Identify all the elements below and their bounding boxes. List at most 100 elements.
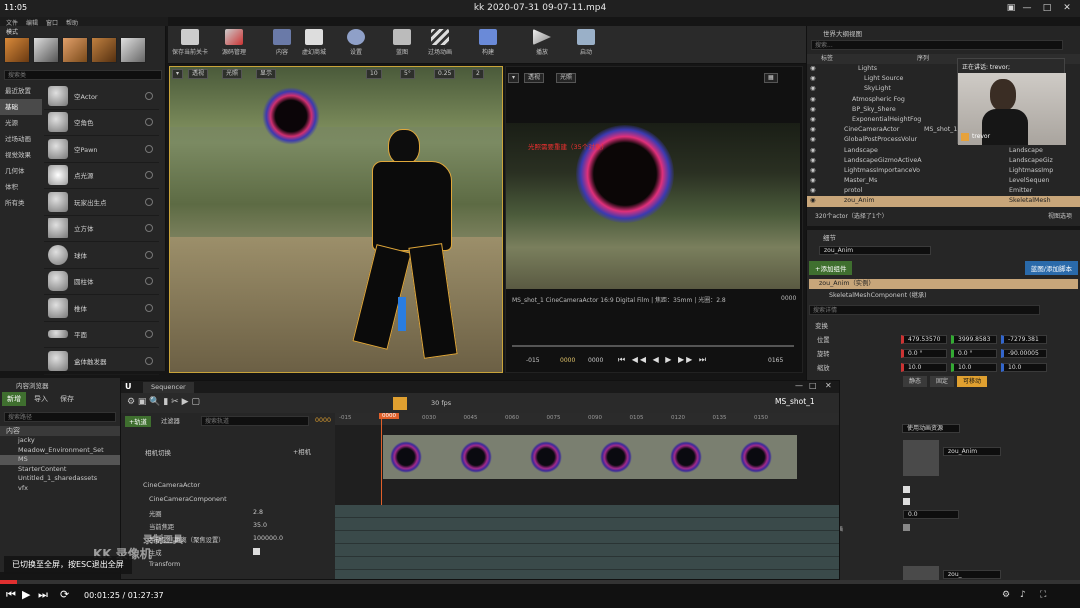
paint-mode-tab[interactable] <box>33 37 59 63</box>
info-icon[interactable] <box>145 224 153 233</box>
eye-icon[interactable]: ◉ <box>810 166 820 176</box>
place-item[interactable]: 点光源 <box>44 163 159 189</box>
transport-controls[interactable]: ⏮ ◀◀ ◀ ▶ ▶▶ ⏭ <box>618 355 708 365</box>
place-item[interactable]: 玩家出生点 <box>44 189 159 216</box>
category-cinematic[interactable]: 过场动画 <box>0 131 42 147</box>
folder-item-selected[interactable]: MS <box>0 455 120 465</box>
cine-view-mode-button[interactable]: 透视 <box>524 73 545 83</box>
place-item[interactable]: 椎体 <box>44 295 159 322</box>
blueprints-button[interactable]: 蓝图 <box>382 28 422 62</box>
blueprint-script-button[interactable]: 蓝图/添加脚本 <box>1024 261 1078 275</box>
selected-character[interactable] <box>352 129 478 369</box>
rotation-y[interactable]: 0.0 ° <box>951 348 997 358</box>
settings-icon[interactable]: ⚙ <box>1002 590 1010 600</box>
eye-icon[interactable]: ◉ <box>810 146 820 156</box>
add-camera-button[interactable]: +相机 <box>293 447 311 456</box>
lighting-button[interactable]: 光照 <box>222 69 243 79</box>
scale-x[interactable]: 10.0 <box>901 362 947 372</box>
info-icon[interactable] <box>145 197 153 206</box>
next-icon[interactable]: ⏭ <box>38 588 48 602</box>
property-key-tracks[interactable] <box>335 505 839 579</box>
outliner-row[interactable]: ◉ Master_Ms LevelSequen <box>807 176 1080 186</box>
landscape-mode-tab[interactable] <box>62 37 88 63</box>
category-recent[interactable]: 最近放置 <box>0 83 42 99</box>
mobility-stationary[interactable]: 固定 <box>930 376 955 387</box>
place-item[interactable]: 盒体触发器 <box>44 348 159 375</box>
layout-grid-button[interactable]: ▦ <box>764 73 778 83</box>
place-item[interactable]: 圆柱体 <box>44 269 159 295</box>
import-button[interactable]: 导入 <box>30 392 52 406</box>
eye-icon[interactable]: ◉ <box>810 176 820 186</box>
category-lights[interactable]: 光源 <box>0 115 42 131</box>
angle-snap-button[interactable]: 5° <box>400 69 415 79</box>
anim-asset-thumbnail[interactable] <box>903 440 939 476</box>
close-icon[interactable]: ✕ <box>825 381 832 390</box>
maximize-icon[interactable]: □ <box>809 381 817 390</box>
checkbox[interactable] <box>903 524 910 531</box>
filter-button[interactable]: 过滤器 <box>161 416 180 425</box>
fullscreen-icon[interactable]: ⛶ <box>1040 590 1046 600</box>
play-icon[interactable]: ▶ <box>22 588 30 601</box>
minimize-icon[interactable]: — <box>795 381 803 390</box>
component-instance-row[interactable]: zou_Anim（实例） <box>809 279 1078 289</box>
eye-icon[interactable]: ◉ <box>810 105 820 115</box>
prev-icon[interactable]: ⏮ <box>6 588 16 602</box>
outliner-row[interactable]: ◉ Landscape Landscape <box>807 146 1080 156</box>
info-icon[interactable] <box>145 277 153 286</box>
spawn-checkbox[interactable] <box>253 548 260 555</box>
show-button[interactable]: 显示 <box>256 69 277 79</box>
maximize-icon[interactable]: □ <box>1040 3 1054 14</box>
eye-icon[interactable]: ◉ <box>810 115 820 125</box>
place-item[interactable]: 球体 <box>44 242 159 269</box>
loop-icon[interactable]: ⟳ <box>60 588 69 601</box>
place-item[interactable]: 空Actor <box>44 83 159 110</box>
category-basic[interactable]: 基础 <box>0 99 42 115</box>
settings-button[interactable]: 设置 <box>336 28 376 62</box>
view-mode-button[interactable]: 透视 <box>188 69 209 79</box>
scale-y[interactable]: 10.0 <box>951 362 997 372</box>
close-icon[interactable]: ✕ <box>1060 3 1074 14</box>
rotation-x[interactable]: 0.0 ° <box>901 348 947 358</box>
eye-icon[interactable]: ◉ <box>810 84 820 94</box>
rotation-z[interactable]: -90.00005 <box>1001 348 1047 358</box>
track-search[interactable]: 搜索轨道 <box>201 416 309 426</box>
timeline-ruler[interactable]: -015001500300045006000750090010501200135… <box>335 413 839 425</box>
folder-item[interactable]: StarterContent <box>0 465 120 475</box>
info-icon[interactable] <box>145 144 153 153</box>
play-button[interactable]: 播放 <box>522 28 562 62</box>
fps-select[interactable]: 30 fps <box>431 399 451 407</box>
mobility-static[interactable]: 静态 <box>903 376 928 387</box>
save-level-button[interactable]: 保存当前关卡 <box>170 28 210 62</box>
volume-icon[interactable]: ♪ <box>1020 590 1026 600</box>
location-x[interactable]: 479.53570 <box>901 334 947 344</box>
folder-item[interactable]: vfx <box>0 484 120 494</box>
add-component-button[interactable]: +添加组件 <box>809 261 853 275</box>
location-y[interactable]: 3999.8583 <box>951 334 997 344</box>
camera-cut-clip[interactable] <box>383 435 797 479</box>
prop-focus-distance-value[interactable]: 100000.0 <box>253 535 283 542</box>
info-icon[interactable] <box>145 91 153 100</box>
value-field[interactable]: 0.0 <box>903 510 959 519</box>
scale-z[interactable]: 10.0 <box>1001 362 1047 372</box>
source-control-button[interactable]: 源码管理 <box>214 28 254 62</box>
add-track-button[interactable]: +轨道 <box>125 416 151 427</box>
eye-icon[interactable]: ◉ <box>810 196 820 206</box>
prop-aperture[interactable]: 光圈 <box>149 509 162 518</box>
build-button[interactable]: 构建 <box>468 28 508 62</box>
cine-scrubber[interactable] <box>512 345 794 347</box>
actor-name-field[interactable]: zou_Anim <box>819 246 931 255</box>
level-viewport[interactable]: ▾ 透视 光照 显示 10 5° 0.25 2 <box>169 66 503 373</box>
playhead-marker[interactable]: 0000 <box>379 413 399 419</box>
checkbox[interactable] <box>903 486 910 493</box>
info-icon[interactable] <box>145 250 153 259</box>
eye-icon[interactable]: ◉ <box>810 156 820 166</box>
cinematics-button[interactable]: 过场动画 <box>420 28 460 62</box>
info-icon[interactable] <box>145 303 153 312</box>
viewport-options-button[interactable]: ▾ <box>172 69 184 79</box>
cine-lighting-button[interactable]: 光照 <box>556 73 577 83</box>
outliner-col-type[interactable]: 序列 <box>917 54 929 64</box>
magnet-snap-icon[interactable] <box>393 397 407 410</box>
eye-icon[interactable]: ◉ <box>810 74 820 84</box>
prop-transform[interactable]: Transform <box>149 561 180 568</box>
foliage-mode-tab[interactable] <box>91 37 117 63</box>
